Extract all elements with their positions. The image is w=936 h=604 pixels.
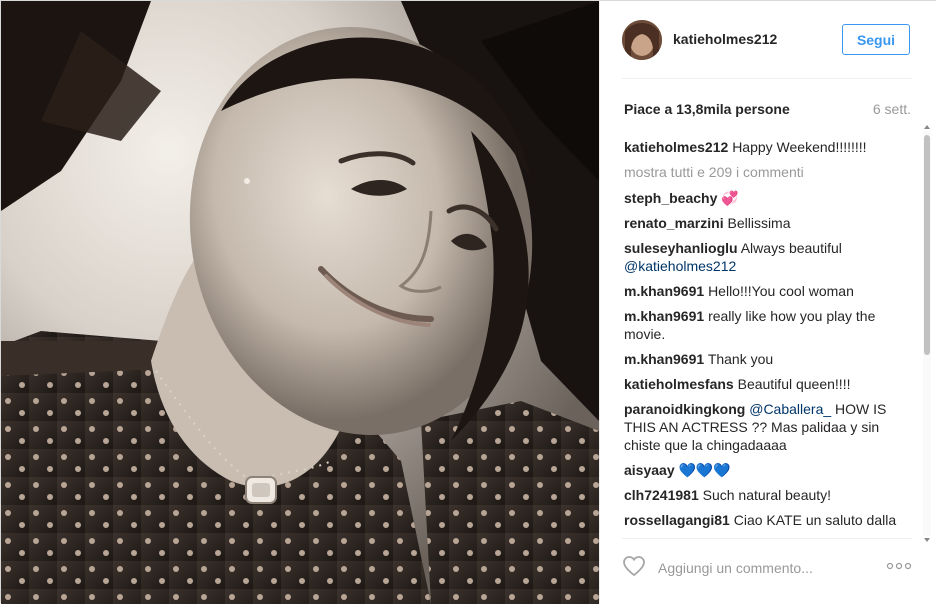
- likes-count[interactable]: Piace a 13,8mila persone: [624, 101, 790, 117]
- header-divider: [622, 78, 912, 79]
- avatar-icon[interactable]: [622, 20, 662, 60]
- comment-username[interactable]: rossellagangi81: [624, 512, 730, 528]
- post-header: katieholmes212 Segui: [622, 18, 912, 64]
- scroll-thumb[interactable]: [924, 135, 930, 355]
- comment-text: Bellissima: [727, 215, 791, 231]
- comment-items: steph_beachy 💞 renato_marzini Bellissima s…: [624, 189, 906, 531]
- comment-text: Thank you: [707, 351, 774, 367]
- comment-mention[interactable]: @katieholmes212: [624, 258, 736, 274]
- portrait-image: [1, 1, 599, 604]
- comment-text: Beautiful queen!!!!: [737, 376, 851, 392]
- comment-item: aisyaay 💙💙💙: [624, 461, 906, 479]
- comment-item: m.khan9691 really like how you play the …: [624, 307, 906, 343]
- comment-item: steph_beachy 💞: [624, 189, 906, 207]
- caption-text: Happy Weekend!!!!!!!!: [732, 139, 867, 155]
- more-options-icon[interactable]: [886, 561, 912, 571]
- caption-username[interactable]: katieholmes212: [624, 139, 728, 155]
- comment-username[interactable]: katieholmesfans: [624, 376, 734, 392]
- comment-username[interactable]: m.khan9691: [624, 283, 704, 299]
- follow-button[interactable]: Segui: [842, 24, 910, 55]
- comment-username[interactable]: clh7241981: [624, 487, 699, 503]
- comment-item: m.khan9691 Thank you: [624, 350, 906, 368]
- comment-username[interactable]: suleseyhanlioglu: [624, 240, 738, 256]
- comment-item: m.khan9691 Hello!!!You cool woman: [624, 282, 906, 300]
- comment-text: 💞: [721, 190, 739, 206]
- comment-username[interactable]: aisyaay: [624, 462, 675, 478]
- scroll-down-icon[interactable]: [924, 538, 930, 542]
- comment-username[interactable]: renato_marzini: [624, 215, 724, 231]
- post-time[interactable]: 6 sett.: [873, 101, 911, 117]
- comment-item: paranoidkingkong @Caballera_ HOW IS THIS…: [624, 400, 906, 454]
- comment-item: suleseyhanlioglu Always beautiful @katieh…: [624, 239, 906, 275]
- comment-mention[interactable]: @Caballera_: [749, 401, 831, 417]
- comment-username[interactable]: m.khan9691: [624, 308, 704, 324]
- comment-item: renato_marzini Bellissima: [624, 214, 906, 232]
- comment-text: 💙💙💙: [678, 462, 731, 478]
- comments-list[interactable]: katieholmes212 Happy Weekend!!!!!!!! mos…: [624, 138, 906, 531]
- comment-username[interactable]: steph_beachy: [624, 190, 717, 206]
- load-more-comments[interactable]: mostra tutti e 209 i commenti: [624, 163, 906, 181]
- add-comment-input[interactable]: [656, 551, 880, 585]
- comment-item: rossellagangi81 Ciao KATE un saluto dall…: [624, 511, 906, 531]
- comment-item: katieholmesfans Beautiful queen!!!!: [624, 375, 906, 393]
- comment-text: Always beautiful: [740, 240, 842, 256]
- comment-username[interactable]: m.khan9691: [624, 351, 704, 367]
- comment-text: Hello!!!You cool woman: [708, 283, 854, 299]
- comment-text: Such natural beauty!: [702, 487, 832, 503]
- caption: katieholmes212 Happy Weekend!!!!!!!!: [624, 138, 906, 156]
- heart-icon[interactable]: [622, 555, 646, 577]
- scroll-up-icon[interactable]: [924, 125, 930, 129]
- comments-scrollbar[interactable]: [923, 125, 931, 542]
- footer-divider: [622, 538, 912, 539]
- username-link[interactable]: katieholmes212: [673, 31, 777, 47]
- post-photo[interactable]: [1, 1, 599, 604]
- comment-item: clh7241981 Such natural beauty!: [624, 486, 906, 504]
- comment-footer: [622, 551, 912, 585]
- comment-username[interactable]: paranoidkingkong: [624, 401, 745, 417]
- instagram-post-viewer: katieholmes212 Segui Piace a 13,8mila pe…: [0, 0, 936, 604]
- post-side-panel: katieholmes212 Segui Piace a 13,8mila pe…: [599, 1, 936, 604]
